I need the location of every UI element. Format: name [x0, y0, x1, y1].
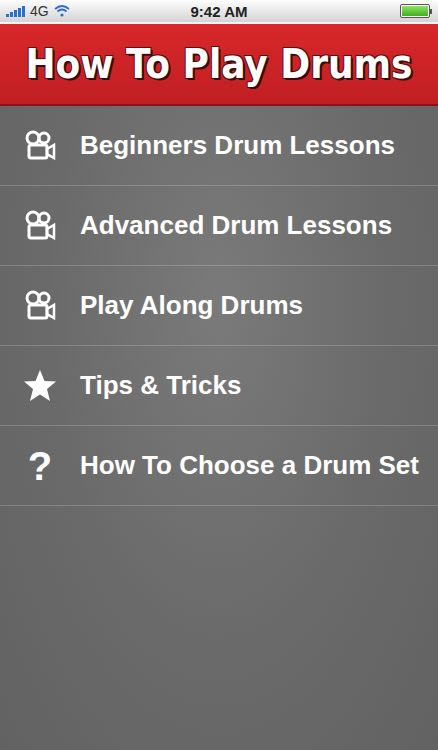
app-screen: 4G 9:42 AM How To Play Drums Beginners D…	[0, 0, 438, 750]
menu-item[interactable]: ? How To Choose a Drum Set	[0, 426, 438, 506]
question-icon: ?	[28, 446, 52, 486]
menu-item[interactable]: Play Along Drums	[0, 266, 438, 346]
network-label: 4G	[30, 3, 49, 19]
menu-list: Beginners Drum Lessons Advanced Drum Les…	[0, 106, 438, 506]
menu-item-label: Tips & Tricks	[80, 370, 241, 401]
signal-icon	[6, 5, 25, 17]
menu-item-label: Advanced Drum Lessons	[80, 210, 392, 241]
video-camera-icon	[23, 209, 57, 243]
menu-item-label: Play Along Drums	[80, 290, 303, 321]
app-title: How To Play Drums	[26, 41, 413, 87]
wifi-icon	[54, 5, 70, 17]
video-camera-icon	[23, 129, 57, 163]
menu-item[interactable]: Advanced Drum Lessons	[0, 186, 438, 266]
menu-item[interactable]: Tips & Tricks	[0, 346, 438, 426]
status-bar: 4G 9:42 AM	[0, 0, 438, 24]
app-header: How To Play Drums	[0, 24, 438, 106]
menu-item-label: Beginners Drum Lessons	[80, 130, 395, 161]
menu-item-label: How To Choose a Drum Set	[80, 450, 419, 481]
video-camera-icon	[23, 289, 57, 323]
battery-icon	[400, 4, 430, 18]
clock: 9:42 AM	[191, 3, 248, 20]
menu-item[interactable]: Beginners Drum Lessons	[0, 106, 438, 186]
star-icon	[22, 368, 58, 404]
